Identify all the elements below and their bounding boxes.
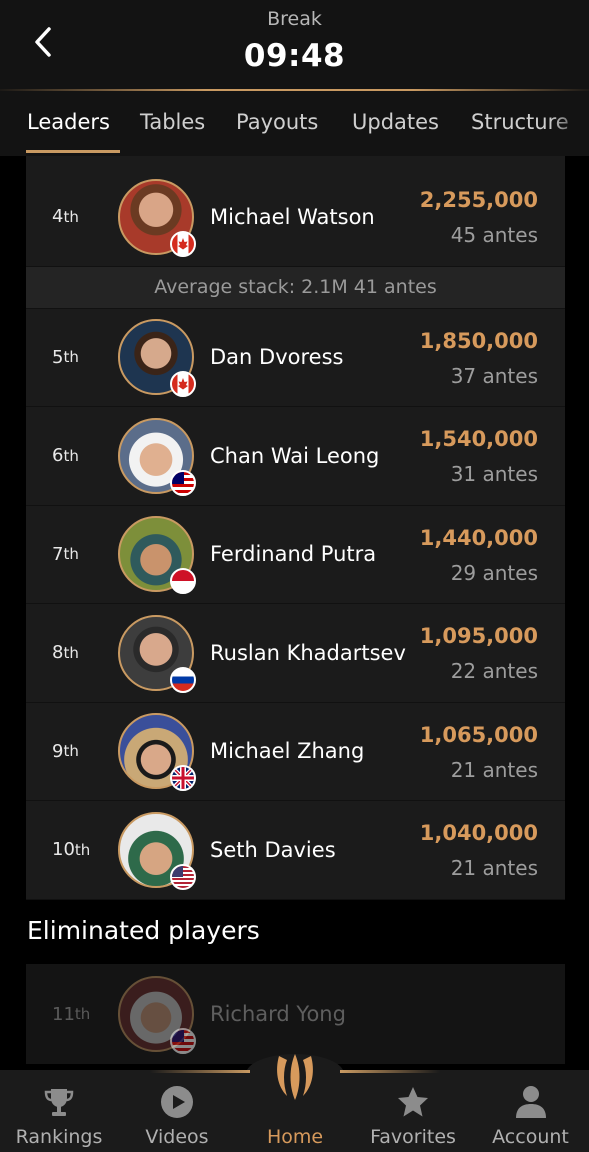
chip-stack: 1,440,000	[419, 525, 538, 550]
indonesia-flag-icon	[170, 568, 196, 595]
leader-row[interactable]: 5th Dan Dvoress 1,850,000 37 antes	[26, 308, 565, 407]
stack-in-antes: 22 antes	[450, 659, 538, 683]
stack-in-antes: 37 antes	[450, 363, 538, 388]
player-name: Dan Dvoress	[210, 345, 344, 370]
nav-home[interactable]: Home	[236, 1054, 354, 1152]
nav-rankings[interactable]: Rankings	[0, 1070, 118, 1152]
header-divider	[0, 89, 589, 91]
malaysia-flag-icon	[170, 469, 196, 496]
leader-row[interactable]: 10th Seth Davies 1,040,000 21 antes	[26, 801, 565, 900]
chip-stack: 1,040,000	[419, 821, 538, 845]
stack-in-antes: 21 antes	[450, 856, 538, 880]
tabs-overflow-fade	[549, 92, 589, 156]
stack-in-antes: 21 antes	[450, 757, 538, 782]
tab-tables[interactable]: Tables	[140, 110, 205, 134]
canada-flag-icon	[170, 371, 196, 398]
list-scroll-edge	[26, 156, 565, 168]
trophy-icon	[41, 1084, 77, 1120]
russia-flag-icon	[170, 666, 196, 693]
chip-stack: 1,540,000	[419, 427, 538, 451]
nav-label: Account	[492, 1126, 569, 1148]
canada-flag-icon	[170, 230, 196, 257]
player-rank: 9th	[52, 740, 79, 762]
player-avatar	[118, 178, 196, 257]
chip-stack: 1,095,000	[419, 624, 538, 648]
nav-account[interactable]: Account	[472, 1070, 589, 1152]
stack-in-antes: 45 antes	[450, 223, 538, 247]
player-avatar	[118, 516, 196, 595]
player-rank: 4th	[52, 206, 79, 228]
leader-row[interactable]: 7th Ferdinand Putra 1,440,000 29 antes	[26, 505, 565, 604]
eliminated-section-title: Eliminated players	[27, 916, 260, 945]
leader-row[interactable]: 6th Chan Wai Leong 1,540,000 31 antes	[26, 407, 565, 506]
player-name: Chan Wai Leong	[210, 443, 380, 468]
chip-stack: 2,255,000	[419, 188, 538, 212]
nav-label: Favorites	[370, 1126, 456, 1148]
player-rank: 7th	[52, 543, 79, 565]
tab-leaders[interactable]: Leaders	[27, 110, 110, 134]
play-icon	[159, 1084, 195, 1120]
player-avatar	[118, 713, 196, 792]
nav-label: Rankings	[15, 1126, 103, 1148]
section-tabs: Leaders Tables Payouts Updates Structure	[0, 92, 589, 156]
player-name: Richard Yong	[210, 1002, 346, 1026]
player-avatar	[118, 811, 196, 890]
uk-flag-icon	[170, 765, 196, 792]
player-name: Ferdinand Putra	[210, 542, 377, 567]
player-rank: 5th	[52, 346, 79, 368]
level-clock: 09:48	[243, 38, 346, 74]
player-avatar	[118, 976, 196, 1054]
leader-row[interactable]: 8th Ruslan Khadartsev 1,095,000 22 antes	[26, 604, 565, 703]
player-rank: 10th	[52, 839, 91, 861]
brand-logo-icon	[271, 1050, 319, 1106]
stack-in-antes: 31 antes	[450, 462, 538, 486]
chip-stack: 1,065,000	[419, 722, 538, 747]
nav-label: Videos	[145, 1126, 209, 1148]
bottom-navigation: Rankings Videos Home Favorites Account	[0, 1054, 589, 1152]
star-icon	[395, 1084, 431, 1120]
player-name: Michael Watson	[210, 204, 375, 229]
active-tab-indicator	[26, 150, 120, 153]
leaders-list: 4th Michael Watson 2,255,000 45 antes Av…	[26, 168, 565, 900]
player-name: Ruslan Khadartsev	[210, 640, 406, 665]
nav-favorites[interactable]: Favorites	[354, 1070, 472, 1152]
average-stack-banner: Average stack: 2.1M 41 antes	[26, 266, 565, 309]
player-avatar	[118, 614, 196, 693]
user-icon	[513, 1084, 549, 1120]
chip-stack: 1,850,000	[419, 328, 538, 353]
tournament-status: Break	[267, 8, 322, 30]
player-avatar	[118, 417, 196, 496]
tab-updates[interactable]: Updates	[352, 110, 439, 134]
malaysia-flag-icon	[170, 1028, 196, 1054]
player-name: Michael Zhang	[210, 739, 365, 764]
player-rank: 6th	[52, 445, 79, 467]
player-rank: 8th	[52, 642, 79, 664]
nav-label: Home	[266, 1126, 324, 1148]
nav-videos[interactable]: Videos	[118, 1070, 236, 1152]
player-avatar	[118, 319, 196, 398]
usa-flag-icon	[170, 863, 196, 890]
player-name: Seth Davies	[210, 837, 336, 862]
leader-row[interactable]: 4th Michael Watson 2,255,000 45 antes	[26, 168, 565, 267]
stack-in-antes: 29 antes	[450, 560, 538, 585]
tab-payouts[interactable]: Payouts	[236, 110, 318, 134]
eliminated-list: 11th Richard Yong	[26, 964, 565, 1064]
leader-row[interactable]: 9th Michael Zhang 1,065,000 21 antes	[26, 702, 565, 801]
player-rank: 11th	[52, 1003, 91, 1025]
top-bar: Break 09:48	[0, 0, 589, 92]
eliminated-row[interactable]: 11th Richard Yong	[26, 964, 565, 1064]
